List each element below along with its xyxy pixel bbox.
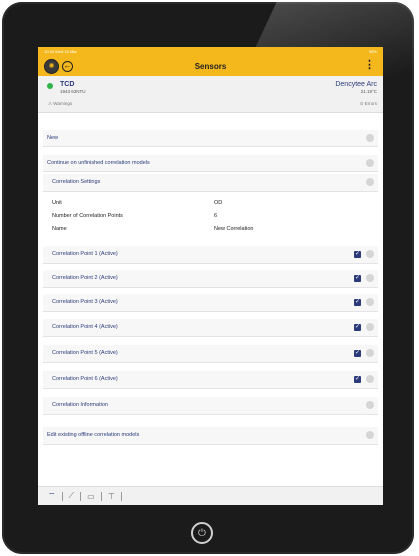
errors-text: Errors xyxy=(364,101,377,106)
app-bar: ✺ ← Sensors ⋮ xyxy=(38,56,383,76)
checkbox-checked-icon[interactable]: ✓ xyxy=(354,376,361,383)
filter-icon[interactable]: ⊤ xyxy=(108,492,115,501)
correlation-point-row[interactable]: Correlation Point 3 (Active) ✓ xyxy=(43,294,378,312)
checkbox-checked-icon[interactable]: ✓ xyxy=(354,275,361,282)
power-icon[interactable]: ⏻ xyxy=(191,522,213,544)
information-label: Correlation Information xyxy=(52,402,108,408)
status-time: 10:34 xyxy=(44,49,55,54)
name-value: New Correlation xyxy=(214,226,254,232)
device-temperature: 21.19°C xyxy=(360,89,377,94)
edit-existing-row[interactable]: Edit existing offline correlation models xyxy=(43,427,378,445)
tab-divider xyxy=(120,491,122,501)
settings-label: Correlation Settings xyxy=(52,179,101,185)
wifi-icon[interactable]: ⌔ xyxy=(48,491,56,501)
correlation-point-label: Correlation Point 5 (Active) xyxy=(52,350,118,356)
device-header[interactable]: TCD 1943 63NTU ⚠ Warnings Dencytee Arc 2… xyxy=(38,76,383,113)
correlation-point-row[interactable]: Correlation Point 6 (Active) ✓ xyxy=(43,371,378,389)
page-title: Sensors xyxy=(194,61,227,71)
correlation-point-label: Correlation Point 6 (Active) xyxy=(52,376,118,382)
device-name: TCD xyxy=(60,81,75,88)
bottom-tab-bar: ⌔ ⟋ ▭ ⊤ xyxy=(38,486,383,505)
correlation-point-row[interactable]: Correlation Point 5 (Active) ✓ xyxy=(43,345,378,363)
checkbox-checked-icon[interactable]: ✓ xyxy=(354,350,361,357)
chart-icon[interactable]: ⟋ xyxy=(69,491,75,501)
status-battery: 98% xyxy=(368,49,377,54)
chevron-icon xyxy=(366,375,374,383)
app-screen: 10:34 Wed 16 Mar 98% ✺ ← Sensors ⋮ TCD 1… xyxy=(38,47,383,505)
information-row[interactable]: Correlation Information xyxy=(43,397,378,415)
continue-row[interactable]: Continue on unfinished correlation model… xyxy=(43,155,378,172)
correlation-point-row[interactable]: Correlation Point 2 (Active) ✓ xyxy=(43,270,378,288)
chevron-icon xyxy=(366,274,374,282)
chevron-icon xyxy=(366,250,374,258)
checkbox-checked-icon[interactable]: ✓ xyxy=(354,324,361,331)
unit-label: Unit xyxy=(52,200,62,206)
tab-divider xyxy=(61,491,63,501)
errors-label: ⊙ Errors xyxy=(359,101,377,106)
tab-divider xyxy=(100,491,102,501)
chevron-icon xyxy=(366,323,374,331)
correlation-point-label: Correlation Point 2 (Active) xyxy=(52,275,118,281)
continue-label: Continue on unfinished correlation model… xyxy=(47,160,150,166)
gear-logo-icon: ✺ xyxy=(44,58,59,74)
status-time-date: 10:34 Wed 16 Mar xyxy=(44,49,77,54)
more-vertical-icon[interactable]: ⋮ xyxy=(364,60,375,71)
chevron-icon xyxy=(366,178,374,186)
status-date: Wed 16 Mar xyxy=(55,49,77,54)
chevron-icon xyxy=(366,401,374,409)
new-label: New xyxy=(47,135,59,141)
tab-divider xyxy=(80,491,82,501)
correlation-point-label: Correlation Point 3 (Active) xyxy=(52,299,118,305)
status-dot xyxy=(47,83,53,89)
correlation-point-row[interactable]: Correlation Point 4 (Active) ✓ xyxy=(43,319,378,337)
correlation-point-label: Correlation Point 4 (Active) xyxy=(52,324,118,330)
monitor-icon[interactable]: ▭ xyxy=(87,492,95,501)
edit-existing-label: Edit existing offline correlation models xyxy=(47,432,140,438)
name-label: Name xyxy=(52,226,67,232)
points-count-value: 6 xyxy=(214,213,218,219)
points-count-label: Number of Correlation Points xyxy=(52,213,123,219)
checkbox-checked-icon[interactable]: ✓ xyxy=(354,251,361,258)
new-row[interactable]: New xyxy=(43,130,378,147)
unit-value: OD xyxy=(214,200,223,206)
correlation-point-row[interactable]: Correlation Point 1 (Active) ✓ xyxy=(43,246,378,264)
settings-row[interactable]: Correlation Settings xyxy=(43,174,378,192)
warnings-text: Warnings xyxy=(53,101,73,106)
warnings-label: ⚠ Warnings xyxy=(48,101,73,106)
chevron-icon xyxy=(366,298,374,306)
status-bar: 10:34 Wed 16 Mar 98% xyxy=(38,47,383,56)
correlation-point-label: Correlation Point 1 (Active) xyxy=(52,251,118,257)
chevron-icon xyxy=(366,159,374,167)
chevron-icon xyxy=(366,134,374,142)
tablet-frame: 10:34 Wed 16 Mar 98% ✺ ← Sensors ⋮ TCD 1… xyxy=(2,2,414,554)
chevron-icon xyxy=(366,431,374,439)
device-serial: 1943 63NTU xyxy=(60,89,86,94)
device-right-name: Dencytee Arc xyxy=(335,81,377,88)
chevron-icon xyxy=(366,349,374,357)
checkbox-checked-icon[interactable]: ✓ xyxy=(354,299,361,306)
back-arrow-icon[interactable]: ← xyxy=(62,60,73,72)
